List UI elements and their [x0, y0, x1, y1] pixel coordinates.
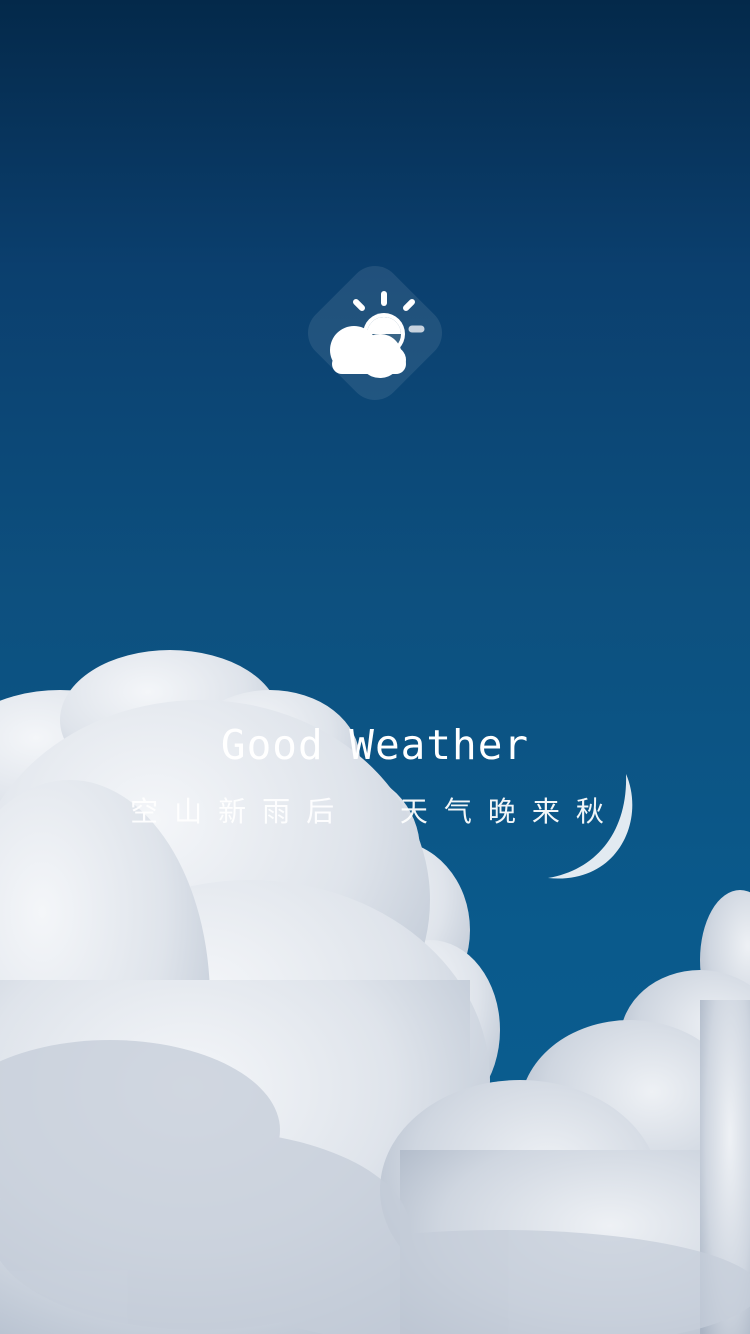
partly-cloudy-day-icon [330, 291, 425, 378]
app-logo [296, 254, 454, 412]
splash-screen: Good Weather 空山新雨后 天气晚来秋 [0, 0, 750, 1334]
cloud-background [0, 650, 750, 1334]
crescent-moon-icon [548, 774, 633, 879]
